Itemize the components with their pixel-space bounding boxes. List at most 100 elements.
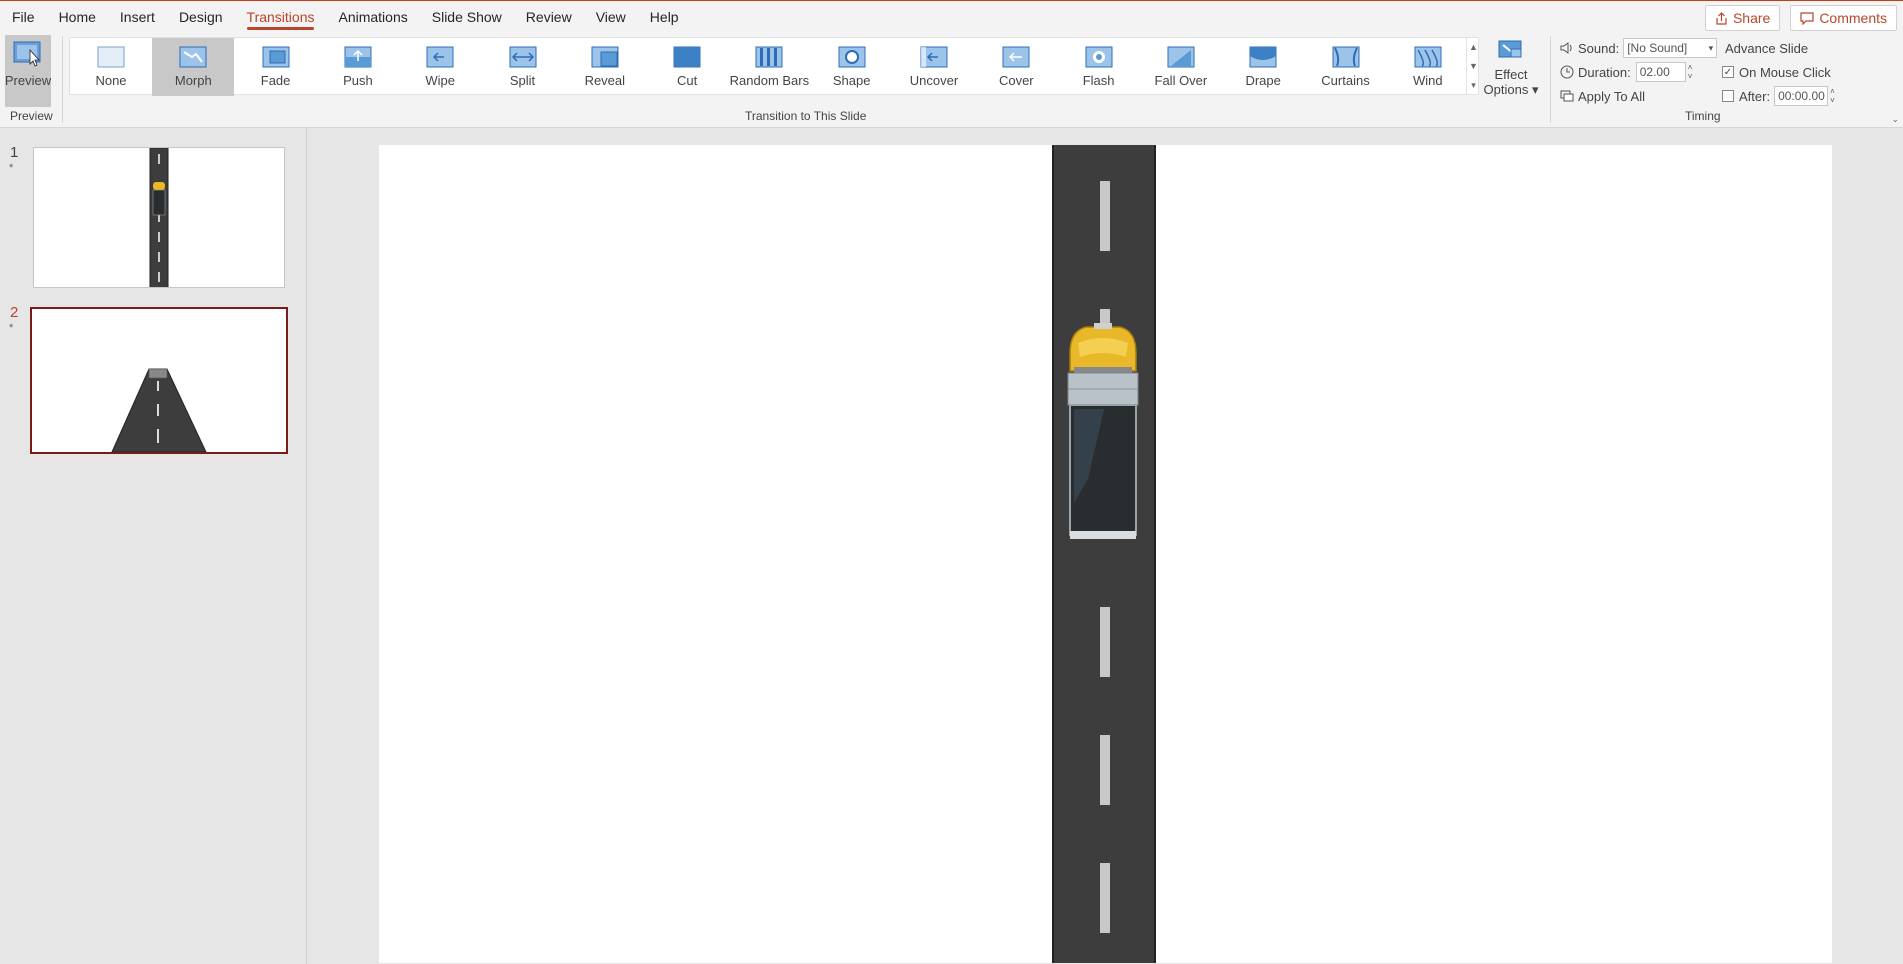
- after-input[interactable]: 00:00.00: [1774, 86, 1829, 106]
- split-transition-icon: [509, 46, 536, 68]
- transition-flash[interactable]: Flash: [1058, 38, 1140, 96]
- uncover-transition-icon: [920, 46, 948, 68]
- random-bars-transition-icon: [755, 46, 783, 68]
- transition-label: Flash: [1082, 73, 1115, 88]
- transition-none[interactable]: None: [70, 38, 152, 96]
- transition-curtains[interactable]: Curtains: [1305, 38, 1387, 96]
- cut-transition-icon: [673, 46, 701, 68]
- transition-label: Fall Over: [1154, 73, 1208, 88]
- transition-label: Morph: [174, 73, 212, 88]
- preview-button[interactable]: Preview: [5, 35, 51, 107]
- transition-split[interactable]: Split: [482, 38, 564, 96]
- chevron-down-icon: ▾: [1708, 43, 1714, 53]
- gallery-down-icon[interactable]: ▼: [1466, 56, 1480, 76]
- transition-cover[interactable]: Cover: [975, 38, 1057, 96]
- preview-label: Preview: [4, 73, 52, 88]
- transition-wipe[interactable]: Wipe: [399, 38, 481, 96]
- menu-view[interactable]: View: [584, 1, 638, 33]
- menu-insert[interactable]: Insert: [108, 1, 167, 33]
- truck-image[interactable]: [1064, 323, 1142, 543]
- fall-over-transition-icon: [1167, 46, 1195, 68]
- menu-design[interactable]: Design: [167, 1, 235, 33]
- transition-fall-over[interactable]: Fall Over: [1140, 38, 1222, 96]
- wipe-transition-icon: [426, 46, 454, 68]
- drape-transition-icon: [1249, 46, 1277, 68]
- slide-canvas[interactable]: [379, 145, 1832, 963]
- preview-icon: [13, 41, 41, 67]
- collapse-ribbon-icon[interactable]: ⌄: [1891, 114, 1899, 125]
- effect-options-button[interactable]: Effect Options ▾: [1482, 35, 1540, 107]
- slide-number: 1: [10, 144, 19, 161]
- lane-marking: [1100, 735, 1110, 805]
- menu-help[interactable]: Help: [638, 1, 691, 33]
- transition-label: None: [95, 73, 127, 88]
- thumbnail-pane: 1 * 2 *: [0, 128, 307, 964]
- transition-push[interactable]: Push: [317, 38, 399, 96]
- comments-label: Comments: [1819, 10, 1887, 26]
- clock-icon: [1560, 65, 1574, 79]
- duration-spinner[interactable]: ˄ ˅: [1688, 63, 1693, 81]
- transition-reveal[interactable]: Reveal: [564, 38, 646, 96]
- gallery-up-icon[interactable]: ▲: [1466, 37, 1480, 57]
- road-shape[interactable]: [1052, 145, 1156, 963]
- transition-label: Fade: [260, 73, 291, 88]
- transition-cut[interactable]: Cut: [646, 38, 728, 96]
- transition-uncover[interactable]: Uncover: [893, 38, 975, 96]
- transition-label: Random Bars: [729, 73, 810, 88]
- transition-random-bars[interactable]: Random Bars: [728, 38, 810, 96]
- menu-review[interactable]: Review: [514, 1, 584, 33]
- none-transition-icon: [97, 46, 125, 68]
- on-mouse-click-checkbox[interactable]: ✓: [1722, 66, 1734, 78]
- share-button[interactable]: Share: [1704, 5, 1781, 31]
- sound-label: Sound:: [1578, 40, 1620, 56]
- lane-marking: [1100, 181, 1110, 251]
- flash-transition-icon: [1085, 46, 1113, 68]
- transition-label: Split: [509, 73, 536, 88]
- menu-file[interactable]: File: [0, 1, 47, 33]
- transition-morph[interactable]: Morph: [152, 38, 235, 96]
- morph-transition-icon: [179, 46, 207, 68]
- apply-all-icon: [1560, 90, 1574, 102]
- push-transition-icon: [344, 46, 372, 68]
- slide-thumbnail-2[interactable]: [30, 307, 288, 454]
- effect-options-label: Effect Options ▾: [1483, 67, 1539, 97]
- perspective-road-image: [111, 368, 207, 452]
- transition-label: Cover: [998, 73, 1034, 88]
- transition-label: Curtains: [1321, 73, 1370, 88]
- separator: [62, 36, 63, 123]
- slide-editor: [308, 128, 1903, 964]
- menu-home[interactable]: Home: [47, 1, 108, 33]
- transition-drape[interactable]: Drape: [1222, 38, 1304, 96]
- lane-marking: [1100, 607, 1110, 677]
- timing-group: Sound: [No Sound] ▾ Duration: 02.00 ˄ ˅ A…: [1560, 36, 1718, 108]
- menu-animations[interactable]: Animations: [326, 1, 419, 33]
- gallery-more-icon[interactable]: ▾: [1466, 75, 1480, 95]
- shape-transition-icon: [838, 46, 866, 68]
- share-label: Share: [1732, 10, 1771, 26]
- cover-transition-icon: [1002, 46, 1030, 68]
- transition-shape[interactable]: Shape: [811, 38, 893, 96]
- transition-fade[interactable]: Fade: [235, 38, 317, 96]
- transition-gallery: None Morph Fade Push Wipe Split Reveal Cut Rando…: [69, 37, 1479, 96]
- after-spinner[interactable]: ˄ ˅: [1830, 87, 1835, 105]
- straight-road-image: [149, 148, 169, 287]
- slide-number: 2: [10, 304, 19, 321]
- after-label: After:: [1739, 88, 1771, 104]
- comments-button[interactable]: Comments: [1790, 5, 1897, 31]
- transitions-group-label: Transition to This Slide: [745, 109, 867, 123]
- transition-wind[interactable]: Wind: [1387, 38, 1469, 96]
- menu-transitions[interactable]: Transitions: [235, 1, 327, 33]
- sound-select[interactable]: [No Sound] ▾: [1623, 38, 1718, 58]
- slide-thumbnail-1[interactable]: [33, 147, 285, 288]
- separator: [1550, 36, 1551, 123]
- on-mouse-click-label: On Mouse Click: [1739, 64, 1831, 80]
- lane-marking: [1100, 863, 1110, 933]
- curtains-transition-icon: [1332, 46, 1359, 68]
- after-checkbox[interactable]: [1722, 90, 1734, 102]
- comment-icon: [1800, 11, 1814, 25]
- menu-slide-show[interactable]: Slide Show: [420, 1, 514, 33]
- apply-to-all-button[interactable]: Apply To All: [1578, 89, 1645, 104]
- duration-input[interactable]: 02.00: [1635, 62, 1686, 82]
- transition-label: Push: [343, 73, 373, 88]
- vertical-scrollbar[interactable]: [1895, 128, 1903, 964]
